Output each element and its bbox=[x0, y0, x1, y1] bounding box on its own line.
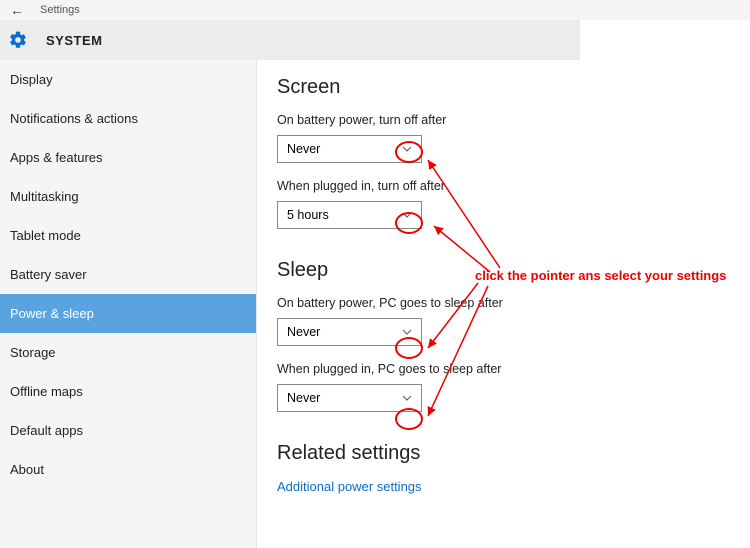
sidebar-item-multitasking[interactable]: Multitasking bbox=[0, 177, 256, 216]
sidebar-item-power-sleep[interactable]: Power & sleep bbox=[0, 294, 256, 333]
sidebar-item-display[interactable]: Display bbox=[0, 60, 256, 99]
sidebar-item-storage[interactable]: Storage bbox=[0, 333, 256, 372]
related-heading: Related settings bbox=[277, 442, 750, 465]
screen-plugged-label: When plugged in, turn off after bbox=[277, 179, 750, 193]
gear-icon bbox=[8, 30, 28, 50]
content-pane: Screen On battery power, turn off after … bbox=[257, 60, 750, 548]
sleep-plugged-value: Never bbox=[287, 391, 320, 405]
chevron-down-icon bbox=[399, 390, 415, 406]
sleep-plugged-label: When plugged in, PC goes to sleep after bbox=[277, 362, 750, 376]
screen-heading: Screen bbox=[277, 76, 750, 99]
sleep-battery-label: On battery power, PC goes to sleep after bbox=[277, 296, 750, 310]
sleep-plugged-dropdown[interactable]: Never bbox=[277, 384, 422, 412]
screen-battery-label: On battery power, turn off after bbox=[277, 113, 750, 127]
sleep-battery-dropdown[interactable]: Never bbox=[277, 318, 422, 346]
sidebar-item-apps[interactable]: Apps & features bbox=[0, 138, 256, 177]
sidebar: Display Notifications & actions Apps & f… bbox=[0, 60, 257, 548]
sidebar-item-default-apps[interactable]: Default apps bbox=[0, 411, 256, 450]
sidebar-item-about[interactable]: About bbox=[0, 450, 256, 489]
back-arrow-icon[interactable]: ← bbox=[10, 2, 40, 18]
sleep-battery-value: Never bbox=[287, 325, 320, 339]
header: SYSTEM bbox=[0, 20, 580, 60]
sidebar-item-offline-maps[interactable]: Offline maps bbox=[0, 372, 256, 411]
screen-plugged-dropdown[interactable]: 5 hours bbox=[277, 201, 422, 229]
screen-battery-value: Never bbox=[287, 142, 320, 156]
screen-battery-dropdown[interactable]: Never bbox=[277, 135, 422, 163]
sleep-heading: Sleep bbox=[277, 259, 750, 282]
chevron-down-icon bbox=[399, 207, 415, 223]
sidebar-item-notifications[interactable]: Notifications & actions bbox=[0, 99, 256, 138]
additional-power-settings-link[interactable]: Additional power settings bbox=[277, 479, 750, 494]
sidebar-item-tablet-mode[interactable]: Tablet mode bbox=[0, 216, 256, 255]
sidebar-item-battery-saver[interactable]: Battery saver bbox=[0, 255, 256, 294]
chevron-down-icon bbox=[399, 324, 415, 340]
screen-plugged-value: 5 hours bbox=[287, 208, 329, 222]
titlebar-label: Settings bbox=[40, 4, 80, 16]
chevron-down-icon bbox=[399, 141, 415, 157]
header-title: SYSTEM bbox=[46, 33, 102, 48]
titlebar: ← Settings bbox=[0, 0, 750, 20]
